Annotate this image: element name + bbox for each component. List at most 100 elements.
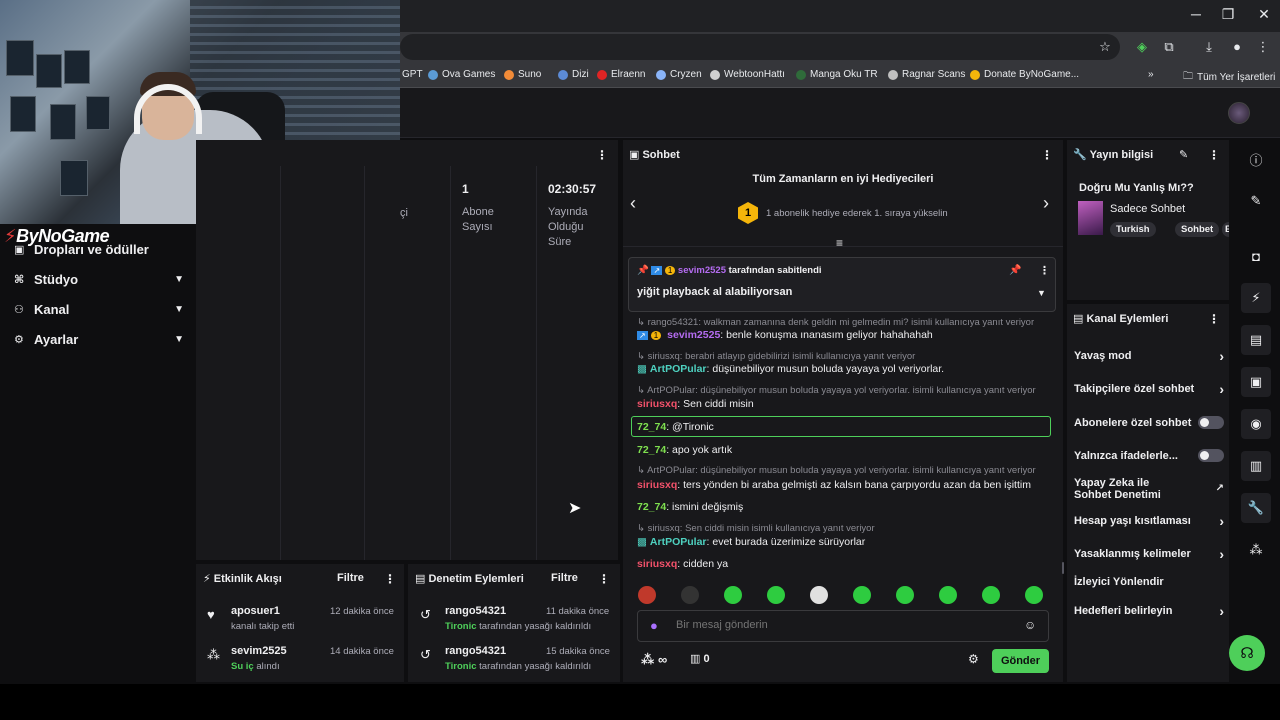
broadcast-icon[interactable]: ◉ bbox=[1241, 409, 1271, 439]
collapse-icon[interactable]: ≡ bbox=[836, 236, 843, 250]
emote-icon[interactable] bbox=[982, 586, 1000, 604]
more-options-icon[interactable]: ⋮ bbox=[1039, 264, 1050, 277]
bookmark-item[interactable]: Manga Oku TR bbox=[796, 69, 878, 80]
channel-action-item[interactable]: Abonelere özel sohbet bbox=[1074, 416, 1224, 429]
sidebar-item-studio[interactable]: ⌘ Stüdyo ▼ bbox=[14, 268, 184, 290]
chat-username[interactable]: ArtPOPular bbox=[650, 536, 707, 548]
star-icon[interactable]: ☆ bbox=[1096, 39, 1114, 55]
category-box-art[interactable] bbox=[1078, 201, 1103, 235]
tag-chip[interactable]: Turkish bbox=[1110, 222, 1156, 237]
bookmark-item[interactable]: Ova Games bbox=[428, 69, 495, 80]
wrench-icon[interactable]: 🔧 bbox=[1241, 493, 1271, 523]
edit-icon[interactable]: ✎ bbox=[1179, 148, 1188, 161]
info-icon[interactable]: ⓘ bbox=[1241, 144, 1271, 174]
emote-icon[interactable] bbox=[853, 586, 871, 604]
microphone-icon[interactable]: ● bbox=[650, 618, 658, 633]
more-options-icon[interactable]: ⋮ bbox=[1041, 148, 1053, 162]
tag-chip[interactable]: Sohbet bbox=[1175, 222, 1220, 237]
emoji-icon[interactable]: ☺ bbox=[1024, 618, 1036, 632]
chat-input[interactable] bbox=[676, 619, 1016, 631]
download-icon[interactable]: ⤓ bbox=[1200, 39, 1218, 55]
chat-username[interactable]: siriusxq bbox=[637, 398, 677, 410]
bookmark-item[interactable]: WebtoonHattı bbox=[710, 69, 785, 80]
user-avatar[interactable] bbox=[1228, 102, 1250, 124]
sidebar-item-channel[interactable]: ⚇ Kanal ▼ bbox=[14, 298, 184, 320]
sidebar-item-settings[interactable]: ⚙ Ayarlar ▼ bbox=[14, 328, 184, 350]
chevron-right-icon[interactable]: › bbox=[1043, 193, 1049, 214]
toggle-switch[interactable] bbox=[1198, 416, 1224, 429]
activity-user-name[interactable]: aposuer1 bbox=[231, 605, 280, 617]
bookmarks-more-button[interactable]: » bbox=[1148, 69, 1154, 80]
chat-input-box[interactable]: ● ☺ bbox=[637, 610, 1049, 642]
emote-icon[interactable] bbox=[681, 586, 699, 604]
activity-user-name[interactable]: sevim2525 bbox=[231, 645, 287, 657]
chat-username[interactable]: 72_74 bbox=[637, 444, 666, 456]
drops-counter[interactable]: ▥ 0 bbox=[690, 652, 710, 665]
emote-icon[interactable] bbox=[939, 586, 957, 604]
activity-filter-button[interactable]: Filtre bbox=[337, 572, 364, 584]
shield-icon[interactable]: ◈ bbox=[1133, 39, 1151, 55]
toggle-switch[interactable] bbox=[1198, 449, 1224, 462]
emote-icon[interactable] bbox=[1025, 586, 1043, 604]
minimize-icon[interactable]: ─ bbox=[1186, 6, 1206, 22]
more-options-icon[interactable]: ⋮ bbox=[384, 572, 396, 586]
channel-points[interactable]: ⁂ ∞ bbox=[641, 652, 667, 668]
channel-action-item[interactable]: İzleyici Yönlendir bbox=[1074, 576, 1224, 588]
chat-username[interactable]: sevim2525 bbox=[667, 329, 720, 341]
emote-icon[interactable] bbox=[767, 586, 785, 604]
pinned-by-user[interactable]: sevim2525 bbox=[678, 265, 726, 276]
moderation-user-name[interactable]: rango54321 bbox=[445, 645, 506, 657]
chat-username[interactable]: ArtPOPular bbox=[650, 363, 707, 375]
more-options-icon[interactable]: ⋮ bbox=[598, 572, 610, 586]
chat-bubble-icon[interactable]: ▣ bbox=[1241, 367, 1271, 397]
points-icon[interactable]: ⁂ bbox=[1241, 535, 1271, 565]
more-options-icon[interactable]: ⋮ bbox=[1208, 148, 1220, 162]
all-bookmarks-folder[interactable]: 🗀 Tüm Yer İşaretleri bbox=[1183, 69, 1275, 86]
maximize-icon[interactable]: ❐ bbox=[1218, 6, 1238, 23]
gear-icon[interactable]: ⚙ bbox=[968, 652, 979, 666]
moderation-user-name[interactable]: rango54321 bbox=[445, 605, 506, 617]
chat-username[interactable]: siriusxq bbox=[637, 479, 677, 491]
moderation-filter-button[interactable]: Filtre bbox=[551, 572, 578, 584]
stream-category[interactable]: Sadece Sohbet bbox=[1110, 203, 1185, 215]
document-icon[interactable]: ▤ bbox=[1241, 325, 1271, 355]
bookmark-item[interactable]: Suno bbox=[504, 69, 541, 80]
more-options-icon[interactable]: ⋮ bbox=[596, 148, 608, 162]
channel-action-item[interactable]: Hedefleri belirleyin › bbox=[1074, 604, 1224, 618]
profile-icon[interactable]: ● bbox=[1228, 39, 1246, 54]
chat-username[interactable]: 72_74 bbox=[637, 501, 666, 513]
tag-chip[interactable]: E bbox=[1222, 222, 1229, 237]
emote-icon[interactable] bbox=[638, 586, 656, 604]
emote-icon[interactable] bbox=[810, 586, 828, 604]
lightning-icon[interactable]: ⚡ bbox=[1241, 283, 1271, 313]
emote-icon[interactable] bbox=[724, 586, 742, 604]
channel-action-item[interactable]: Yapay Zeka ile Sohbet Denetimi ↗ bbox=[1074, 477, 1224, 501]
camera-icon[interactable]: ◘ bbox=[1241, 241, 1271, 271]
bookmark-item[interactable]: Ragnar Scans bbox=[888, 69, 965, 80]
pen-icon[interactable]: ✎ bbox=[1241, 186, 1271, 216]
support-headset-icon[interactable]: ☊ bbox=[1229, 635, 1265, 671]
chevron-left-icon[interactable]: ‹ bbox=[630, 193, 636, 214]
bookmark-item[interactable]: Cryzen bbox=[656, 69, 702, 80]
bookmark-item[interactable]: Dizi bbox=[558, 69, 589, 80]
emote-icon[interactable] bbox=[896, 586, 914, 604]
send-button[interactable]: Gönder bbox=[992, 649, 1049, 673]
channel-action-item[interactable]: Takipçilere özel sohbet › bbox=[1074, 382, 1224, 396]
extensions-icon[interactable]: ⧉ bbox=[1160, 39, 1178, 55]
address-bar[interactable] bbox=[400, 34, 1120, 60]
layout-icon[interactable]: ▥ bbox=[1241, 451, 1271, 481]
bookmark-item[interactable]: Donate ByNoGame... bbox=[970, 69, 1079, 80]
chevron-down-icon[interactable]: ▼ bbox=[1037, 288, 1046, 298]
channel-action-item[interactable]: Hesap yaşı kısıtlaması › bbox=[1074, 514, 1224, 528]
chat-username[interactable]: siriusxq bbox=[637, 558, 677, 570]
more-options-icon[interactable]: ⋮ bbox=[1208, 312, 1220, 326]
close-icon[interactable]: ✕ bbox=[1254, 6, 1274, 23]
channel-action-item[interactable]: Yavaş mod › bbox=[1074, 349, 1224, 363]
chat-username[interactable]: 72_74 bbox=[637, 421, 666, 433]
menu-icon[interactable]: ⋮ bbox=[1254, 39, 1272, 55]
channel-action-item[interactable]: Yalnızca ifadelerle... bbox=[1074, 449, 1224, 462]
pin-icon[interactable]: 📌 bbox=[1009, 265, 1021, 276]
chat-scrollbar[interactable] bbox=[1062, 562, 1064, 574]
channel-action-item[interactable]: Yasaklanmış kelimeler › bbox=[1074, 547, 1224, 561]
bookmark-item[interactable]: Elraenn bbox=[597, 69, 645, 80]
